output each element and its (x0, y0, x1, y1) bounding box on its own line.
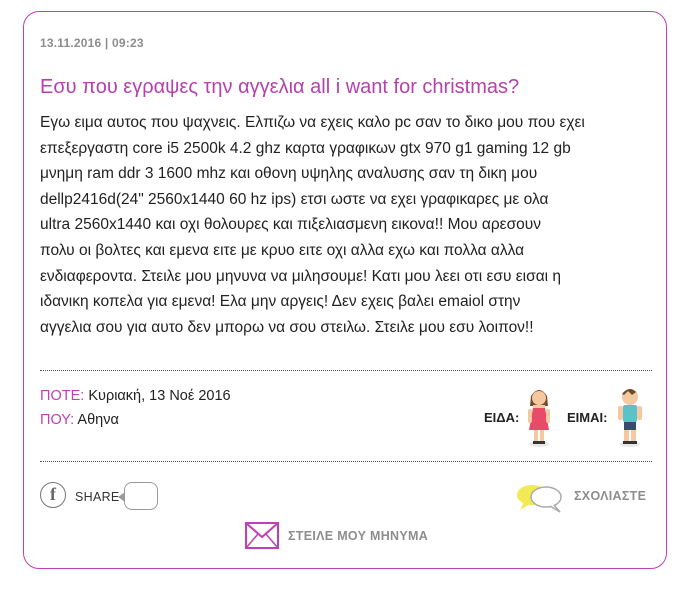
where-label: ΠΟΥ: (40, 412, 75, 428)
divider-bottom (40, 461, 652, 462)
post-body-line: ultra 2560x1440 και οχι θολουρες και πιξ… (40, 216, 541, 234)
divider-top (40, 370, 652, 371)
where-value: Αθηνα (77, 412, 119, 428)
post-body-line: μνημη ram ddr 3 1600 mhz και οθονη υψηλη… (40, 165, 538, 183)
when-row: ΠΟΤΕ: Κυριακή, 13 Νοέ 2016 (40, 388, 231, 404)
post-title[interactable]: Εσυ που εγραψες την αγγελια all i want f… (40, 76, 519, 99)
speech-bubbles-icon[interactable] (514, 482, 568, 514)
post-body-line: dellp2416d(24" 2560x1440 60 hz ips) ετσι… (40, 190, 549, 208)
post-body-line: ενδιαφεροντα. Στειλε μου μηνυνα να μιλησ… (40, 267, 562, 285)
post-card: 13.11.2016 | 09:23 Εσυ που εγραψες την α… (23, 11, 667, 569)
post-body-line: ιδανικη κοπελα για εμενα! Ελα μην αργεις… (40, 293, 521, 311)
post-body-line: Εγω ειμα αυτος που ψαχνεις. Ελπιζω να εχ… (40, 114, 585, 131)
share-button[interactable]: SHARE (75, 490, 120, 504)
girl-figure-icon (528, 390, 550, 447)
share-count-bubble (118, 482, 158, 510)
iam-label: ΕΙΜΑΙ: (567, 410, 608, 425)
where-row: ΠΟΥ: Αθηνα (40, 412, 119, 428)
facebook-icon[interactable]: f (40, 482, 66, 508)
post-date: 13.11.2016 | 09:23 (40, 36, 144, 50)
post-body-line: επεξεργαστη core i5 2500k 4.2 ghz καρτα … (40, 139, 571, 157)
comment-button[interactable]: ΣΧΟΛΙΑΣΤΕ (574, 489, 646, 503)
when-value: Κυριακή, 13 Νοέ 2016 (88, 388, 231, 404)
when-label: ΠΟΤΕ: (40, 388, 85, 404)
post-body-line: πολυ οι βολτες και εμενα ειτε με κρυο ει… (40, 241, 525, 259)
post-body: Εγω ειμα αυτος που ψαχνεις. Ελπιζω να εχ… (40, 110, 660, 340)
envelope-icon[interactable] (245, 522, 279, 549)
boy-figure-icon (618, 389, 642, 447)
send-message-button[interactable]: ΣΤΕΙΛΕ ΜΟΥ ΜΗΝΥΜΑ (288, 529, 428, 543)
post-body-line: αγγελια σου για αυτο δεν μπορω να σου στ… (40, 318, 534, 336)
seen-label: ΕΙΔΑ: (484, 410, 520, 425)
